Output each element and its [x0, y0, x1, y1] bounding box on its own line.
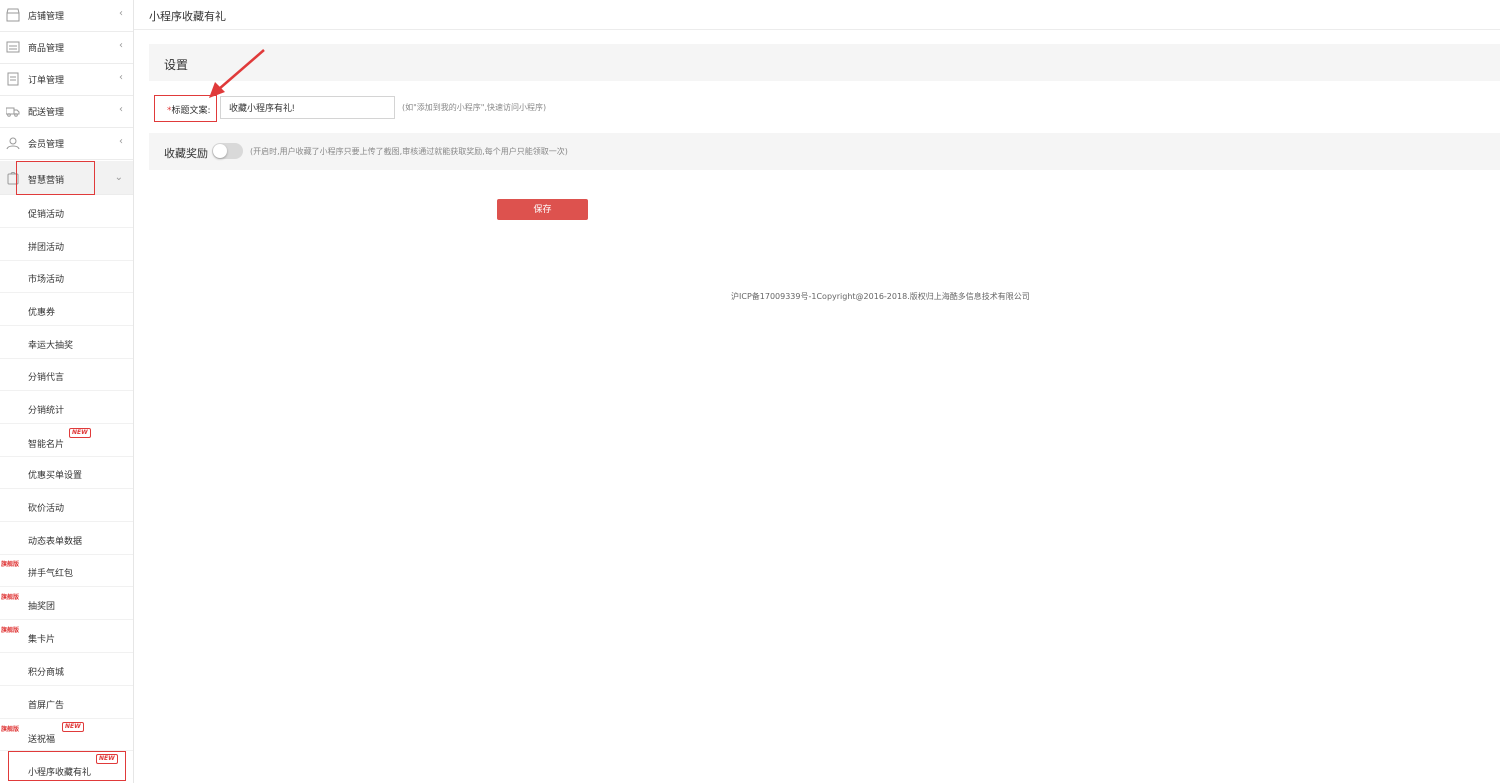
sub-item-market-activity[interactable]: 市场活动: [0, 261, 133, 293]
menu-member-management[interactable]: 会员管理 ‹: [0, 128, 133, 160]
sub-item-distribution[interactable]: 分销代言: [0, 359, 133, 391]
sub-item-group-buy[interactable]: 拼团活动: [0, 229, 133, 261]
sub-item-bargain[interactable]: 砍价活动: [0, 490, 133, 522]
sub-item-label: 市场活动: [28, 275, 65, 285]
sub-item-label: 智能名片: [28, 440, 65, 450]
menu-label: 会员管理: [28, 140, 65, 150]
flagship-badge: 旗舰版: [1, 726, 20, 733]
section-title: 设置: [164, 58, 189, 72]
sub-item-coupon[interactable]: 优惠券: [0, 294, 133, 326]
reward-hint: (开启时,用户收藏了小程序只要上传了截图,审核通过就能获取奖励,每个用户只能领取…: [250, 147, 568, 156]
page-title: 小程序收藏有礼: [149, 10, 226, 23]
sub-item-label: 优惠券: [28, 308, 56, 318]
sub-item-label: 分销代言: [28, 373, 65, 383]
menu-label: 店铺管理: [28, 12, 65, 22]
title-field-hint: (如"添加到我的小程序",快速访问小程序): [402, 103, 547, 112]
settings-section-header: 设置: [149, 44, 1500, 81]
reward-label: 收藏奖励: [164, 147, 208, 160]
new-badge: NEW: [62, 722, 84, 732]
highlight-box: [8, 751, 126, 781]
sub-item-distribution-stats[interactable]: 分销统计: [0, 392, 133, 424]
sub-item-label: 送祝福: [28, 735, 56, 745]
menu-label: 订单管理: [28, 76, 65, 86]
sub-item-lottery-group[interactable]: 旗舰版 抽奖团: [0, 588, 133, 620]
sub-item-smart-card[interactable]: 智能名片 NEW: [0, 425, 133, 457]
sub-item-discount-pay[interactable]: 优惠买单设置: [0, 457, 133, 489]
top-bar: 小程序收藏有礼: [134, 0, 1500, 30]
sub-item-blessing[interactable]: 旗舰版 送祝福 NEW: [0, 719, 133, 751]
reward-row: 收藏奖励 (开启时,用户收藏了小程序只要上传了截图,审核通过就能获取奖励,每个用…: [149, 133, 1500, 170]
sub-item-label: 幸运大抽奖: [28, 341, 74, 351]
sub-item-promotion[interactable]: 促销活动: [0, 196, 133, 228]
sub-item-lucky-draw[interactable]: 幸运大抽奖: [0, 327, 133, 359]
annotation-arrow-icon: [209, 49, 265, 98]
goods-icon: [6, 41, 20, 53]
sub-item-label: 抽奖团: [28, 602, 56, 612]
reward-toggle[interactable]: [212, 143, 243, 159]
sub-item-splash-ad[interactable]: 首屏广告: [0, 687, 133, 719]
sub-item-label: 动态表单数据: [28, 537, 83, 547]
chevron-left-icon: ‹: [119, 40, 123, 51]
flagship-badge: 旗舰版: [1, 561, 20, 568]
sidebar: 店铺管理 ‹ 商品管理 ‹ 订单管理 ‹ 配送管理 ‹ 会员管理 ‹ 智慧营销 …: [0, 0, 134, 783]
sub-item-label: 促销活动: [28, 210, 65, 220]
order-icon: [7, 72, 19, 86]
sub-item-label: 积分商城: [28, 668, 65, 678]
sub-item-label: 集卡片: [28, 635, 56, 645]
chevron-down-icon: ⌄: [114, 172, 123, 183]
menu-goods-management[interactable]: 商品管理 ‹: [0, 32, 133, 64]
menu-delivery-management[interactable]: 配送管理 ‹: [0, 96, 133, 128]
chevron-left-icon: ‹: [119, 104, 123, 115]
title-label-text: 标题文案:: [171, 106, 211, 116]
sub-item-label: 砍价活动: [28, 504, 65, 514]
save-button[interactable]: 保存: [497, 199, 588, 220]
truck-icon: [6, 107, 20, 117]
flagship-badge: 旗舰版: [1, 627, 20, 634]
sub-item-label: 拼团活动: [28, 243, 65, 253]
flagship-badge: 旗舰版: [1, 594, 20, 601]
shop-icon: [6, 8, 20, 22]
chevron-left-icon: ‹: [119, 136, 123, 147]
chevron-left-icon: ‹: [119, 8, 123, 19]
new-badge: NEW: [69, 428, 91, 438]
sub-item-label: 首屏广告: [28, 701, 65, 711]
menu-shop-management[interactable]: 店铺管理 ‹: [0, 0, 133, 32]
sub-item-points-mall[interactable]: 积分商城: [0, 654, 133, 686]
sub-item-label: 优惠买单设置: [28, 471, 83, 481]
sub-item-label: 拼手气红包: [28, 569, 74, 579]
sub-item-label: 分销统计: [28, 406, 65, 416]
sub-item-red-packet[interactable]: 旗舰版 拼手气红包: [0, 555, 133, 587]
highlight-box: [16, 161, 95, 195]
sub-item-collect-cards[interactable]: 旗舰版 集卡片: [0, 621, 133, 653]
menu-order-management[interactable]: 订单管理 ‹: [0, 64, 133, 96]
menu-label: 商品管理: [28, 44, 65, 54]
menu-label: 配送管理: [28, 108, 65, 118]
user-icon: [6, 137, 20, 150]
sub-item-dynamic-form[interactable]: 动态表单数据: [0, 523, 133, 555]
chevron-left-icon: ‹: [119, 72, 123, 83]
toggle-knob: [213, 144, 227, 158]
footer-copyright: 沪ICP备17009339号-1Copyright@2016-2018.版权归上…: [731, 292, 1030, 301]
